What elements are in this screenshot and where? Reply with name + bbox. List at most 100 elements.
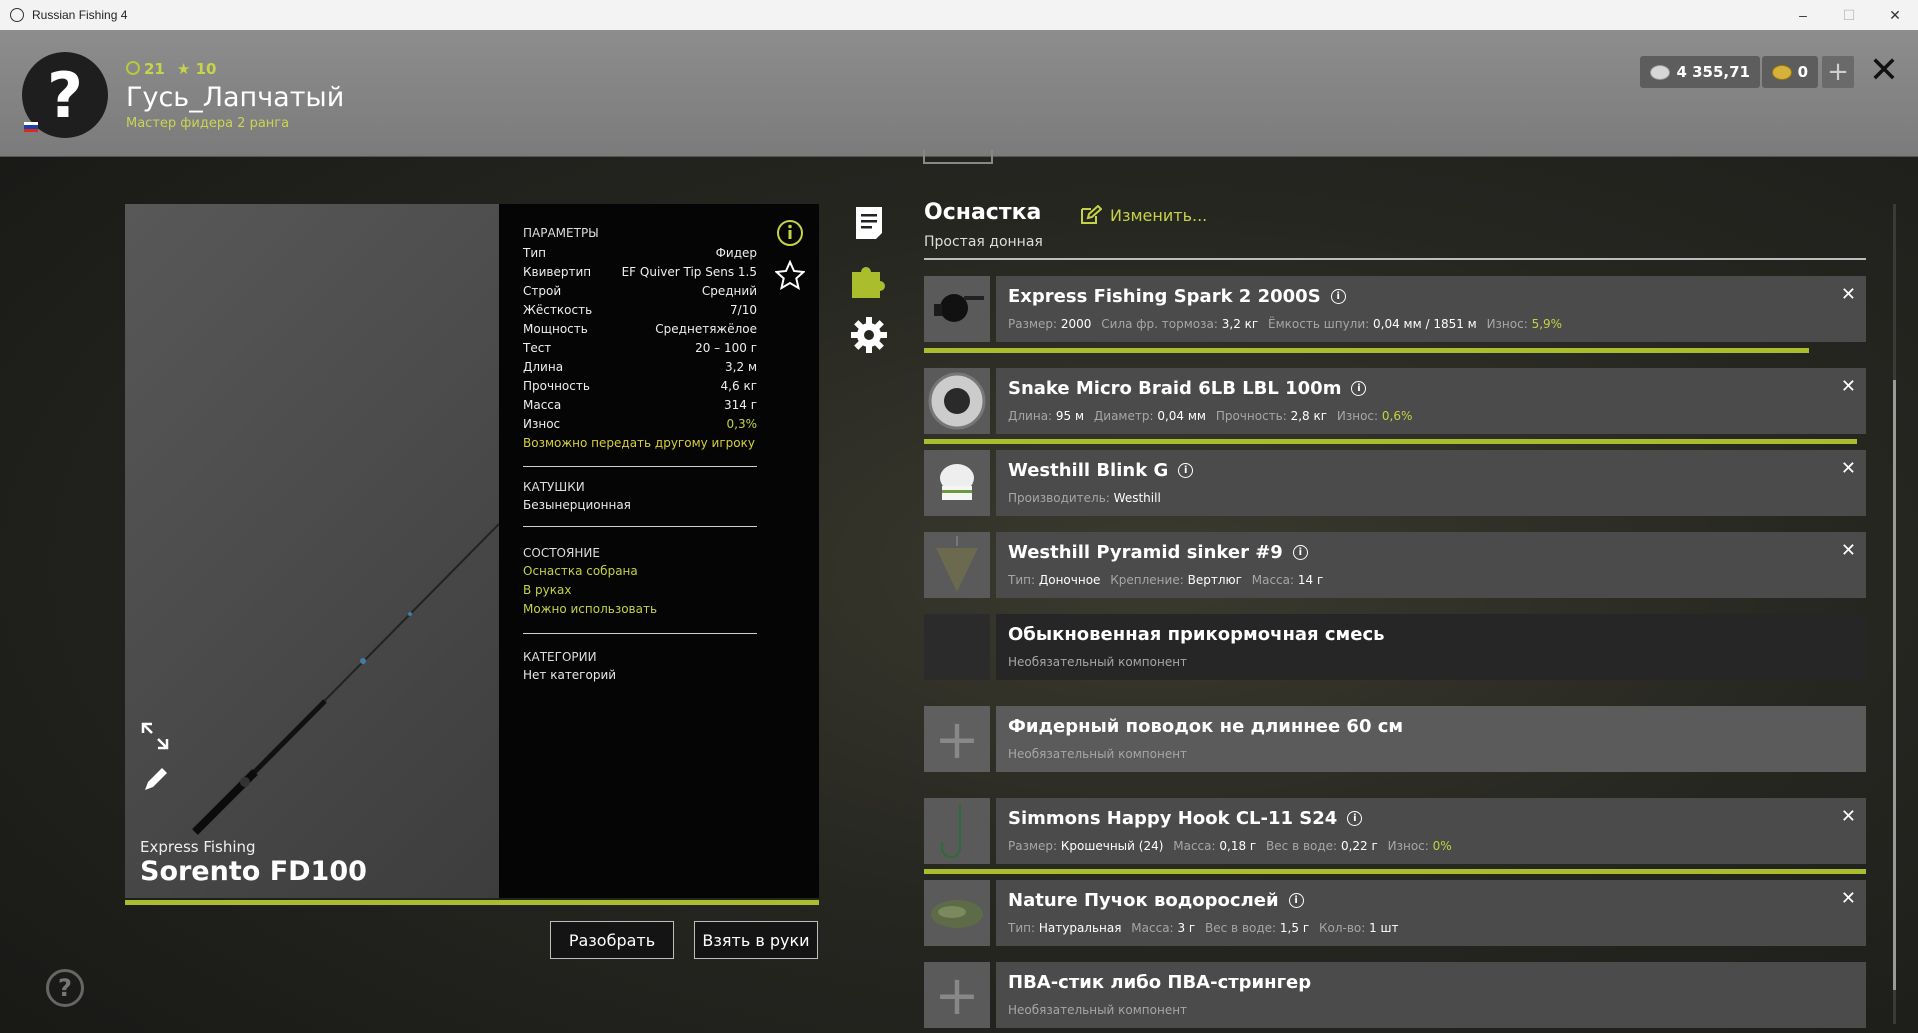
silver-value: 4 355,71 bbox=[1676, 63, 1750, 81]
player-header: ? 21 ★ 10 Гусь_Лапчатый Мастер фидера 2 … bbox=[0, 30, 1918, 157]
info-icon[interactable] bbox=[775, 218, 805, 248]
item-name: Обыкновенная прикормочная смесь bbox=[1008, 624, 1385, 645]
info-icon[interactable]: i bbox=[1351, 381, 1367, 396]
leader-slot: + bbox=[924, 706, 990, 772]
silver-coin-icon bbox=[1650, 64, 1671, 80]
item-optional: Необязательный компонент bbox=[1008, 1003, 1188, 1017]
remove-item-button[interactable]: ✕ bbox=[1841, 540, 1856, 561]
tab-settings[interactable] bbox=[850, 315, 888, 355]
remove-item-button[interactable]: ✕ bbox=[1841, 806, 1856, 827]
gold-value: 0 bbox=[1797, 63, 1808, 81]
edit-tackle-button[interactable]: Изменить... bbox=[1080, 205, 1207, 225]
item-meta: Производитель: Westhill bbox=[1008, 491, 1161, 505]
remove-item-button[interactable]: ✕ bbox=[1841, 888, 1856, 909]
param-row: Тип Фидер bbox=[523, 244, 757, 263]
divider bbox=[924, 258, 1866, 260]
close-icon[interactable]: ✕ bbox=[1864, 50, 1904, 91]
tackle-item-line[interactable]: Snake Micro Braid 6LB LBL 100m i Длина: 9… bbox=[924, 368, 1866, 434]
item-meta: Тип: Доночное Крепление: Вертлюг Масса: … bbox=[1008, 573, 1324, 587]
param-row: Мощность Среднетяжёлое bbox=[523, 320, 757, 339]
tackle-item-sinker[interactable]: Westhill Pyramid sinker #9 i Тип: Доночно… bbox=[924, 532, 1866, 598]
info-icon[interactable]: i bbox=[1292, 545, 1308, 560]
tackle-item-reel[interactable]: Express Fishing Spark 2 2000S i Размер: 2… bbox=[924, 276, 1866, 342]
categories-value: Нет категорий bbox=[523, 668, 617, 682]
add-icon[interactable]: + bbox=[924, 962, 990, 1028]
param-label: Тип bbox=[523, 246, 546, 260]
rod-brand: Express Fishing bbox=[140, 838, 256, 856]
edit-icon bbox=[1081, 205, 1102, 224]
groundbait-slot bbox=[924, 614, 990, 680]
tackle-item-hook[interactable]: Simmons Happy Hook CL-11 S24 i Размер: Кр… bbox=[924, 798, 1866, 864]
scrollbar-thumb[interactable] bbox=[1893, 380, 1896, 990]
stars-value: 10 bbox=[195, 60, 217, 78]
expand-icon[interactable] bbox=[139, 720, 171, 752]
level-value: 21 bbox=[144, 60, 165, 78]
param-value: Средний bbox=[701, 284, 757, 298]
window-close-button[interactable]: ✕ bbox=[1872, 0, 1918, 30]
item-name: Фидерный поводок не длиннее 60 см bbox=[1008, 716, 1404, 737]
tab-description[interactable] bbox=[850, 203, 888, 243]
param-label: Мощность bbox=[523, 322, 588, 336]
params-section: ПАРАМЕТРЫ Тип Фидер Квивертип EF Quiver Ti… bbox=[523, 226, 757, 467]
window-title: Russian Fishing 4 bbox=[32, 8, 128, 22]
param-value: 4,6 кг bbox=[720, 379, 757, 393]
item-optional: Необязательный компонент bbox=[1008, 655, 1188, 669]
remove-item-button[interactable]: ✕ bbox=[1841, 284, 1856, 305]
state-item: В руках bbox=[523, 583, 572, 597]
item-name: Snake Micro Braid 6LB LBL 100m i bbox=[1008, 378, 1367, 399]
pencil-icon[interactable] bbox=[139, 764, 171, 796]
maximize-button[interactable]: ☐ bbox=[1826, 0, 1872, 30]
add-currency-button[interactable]: + bbox=[1822, 56, 1854, 88]
item-meta: Размер: 2000 Сила фр. тормоза: 3,2 кг Ём… bbox=[1008, 317, 1563, 331]
param-value: 314 г bbox=[723, 398, 757, 412]
document-icon bbox=[856, 207, 882, 239]
param-label: Строй bbox=[523, 284, 562, 298]
remove-item-button[interactable]: ✕ bbox=[1841, 458, 1856, 479]
disassemble-button[interactable]: Разобрать bbox=[550, 921, 674, 959]
params-rows: Тип Фидер Квивертип EF Quiver Tip Sens 1.5… bbox=[523, 244, 757, 434]
remove-item-button[interactable]: ✕ bbox=[1841, 376, 1856, 397]
gold-coin-icon bbox=[1771, 64, 1792, 80]
hook-thumbnail bbox=[924, 798, 990, 864]
param-value: 20 – 100 г bbox=[695, 341, 757, 355]
take-in-hands-button[interactable]: Взять в руки bbox=[694, 921, 818, 959]
tab-tackle[interactable] bbox=[850, 260, 888, 300]
tackle-item-leader[interactable]: + Фидерный поводок не длиннее 60 см Необ… bbox=[924, 706, 1866, 772]
rod-preview: Express Fishing Sorento FD100 bbox=[125, 204, 499, 898]
info-icon[interactable]: i bbox=[1347, 811, 1363, 826]
help-button[interactable]: ? bbox=[46, 969, 84, 1007]
star-outline-icon[interactable] bbox=[775, 260, 805, 290]
item-optional: Необязательный компонент bbox=[1008, 747, 1188, 761]
param-row: Износ 0,3% bbox=[523, 415, 757, 434]
item-name: Westhill Pyramid sinker #9 i bbox=[1008, 542, 1308, 563]
info-icon[interactable]: i bbox=[1178, 463, 1194, 478]
pva-slot: + bbox=[924, 962, 990, 1028]
panel-handle[interactable] bbox=[923, 150, 993, 164]
rod-durability-bar bbox=[125, 900, 819, 905]
info-icon[interactable]: i bbox=[1330, 289, 1346, 304]
tackle-item-pva[interactable]: + ПВА-стик либо ПВА-стрингер Необязатель… bbox=[924, 962, 1866, 1028]
param-label: Жёсткость bbox=[523, 303, 593, 317]
param-row: Масса 314 г bbox=[523, 396, 757, 415]
add-icon[interactable]: + bbox=[924, 706, 990, 772]
line-thumbnail bbox=[924, 368, 990, 434]
reel-durability-bar bbox=[924, 348, 1809, 353]
param-label: Тест bbox=[523, 341, 552, 355]
rod-parameters: ПАРАМЕТРЫ Тип Фидер Квивертип EF Quiver Ti… bbox=[499, 204, 819, 898]
param-label: Масса bbox=[523, 398, 562, 412]
gold-balance: 0 bbox=[1761, 56, 1818, 88]
param-label: Износ bbox=[523, 417, 561, 431]
minimize-button[interactable]: – bbox=[1780, 0, 1826, 30]
tackle-item-feeder[interactable]: Westhill Blink Gi Производитель: Westhil… bbox=[924, 450, 1866, 516]
edit-tackle-label: Изменить... bbox=[1110, 205, 1208, 225]
info-icon[interactable]: i bbox=[1288, 893, 1304, 908]
player-name: Гусь_Лапчатый bbox=[126, 82, 345, 113]
app-icon bbox=[10, 8, 24, 22]
tackle-item-groundbait[interactable]: Обыкновенная прикормочная смесь Необязат… bbox=[924, 614, 1866, 680]
feeder-thumbnail bbox=[924, 450, 990, 516]
item-name: Simmons Happy Hook CL-11 S24 i bbox=[1008, 808, 1363, 829]
gear-icon bbox=[851, 317, 887, 353]
item-meta: Тип: Натуральная Масса: 3 г Вес в воде: … bbox=[1008, 921, 1399, 935]
item-name: Nature Пучок водорослей i bbox=[1008, 890, 1304, 911]
tackle-item-bait[interactable]: Nature Пучок водорослей i Тип: Натуральна… bbox=[924, 880, 1866, 946]
